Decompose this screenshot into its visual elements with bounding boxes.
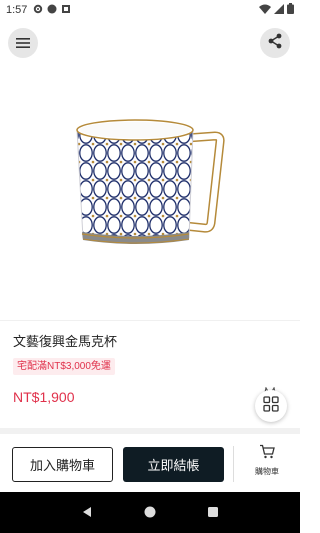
menu-button[interactable] [8,28,38,58]
grid-icon [263,396,279,416]
circle-icon [47,4,57,17]
cart-icon [259,444,275,463]
image-divider [0,320,300,321]
action-divider [233,446,234,482]
status-time: 1:57 [6,4,28,16]
product-image[interactable] [0,60,300,315]
home-icon[interactable] [144,503,156,522]
signal-icon [274,3,284,17]
share-button[interactable] [260,28,290,58]
cart-tab-label: 購物車 [255,467,279,476]
recents-icon[interactable] [207,503,219,522]
add-to-cart-button[interactable]: 加入購物車 [12,447,113,482]
cart-tab-button[interactable]: 購物車 [246,444,288,484]
product-title: 文藝復興金馬克杯 [13,334,118,349]
promo-badge: 宅配滿NT$3,000免運 [13,358,115,375]
screen: 1:57 文藝復興金馬克杯 宅配滿NT$3,000免運 NT$1,900 加入購… [0,0,300,533]
action-bar: 加入購物車 立即結帳 購物車 [0,434,300,492]
product-price: NT$1,900 [13,389,75,405]
wifi-icon [259,4,271,17]
mug-illustration [76,118,225,244]
back-icon[interactable] [81,503,93,522]
checkout-button[interactable]: 立即結帳 [123,447,224,482]
hamburger-icon [16,34,30,53]
a-badge-icon [61,4,71,17]
share-icon [267,33,283,53]
quick-menu-button[interactable] [255,390,287,422]
system-nav-bar [0,492,300,533]
battery-icon [287,3,294,17]
gear-icon [33,4,43,17]
status-bar: 1:57 [0,0,300,20]
